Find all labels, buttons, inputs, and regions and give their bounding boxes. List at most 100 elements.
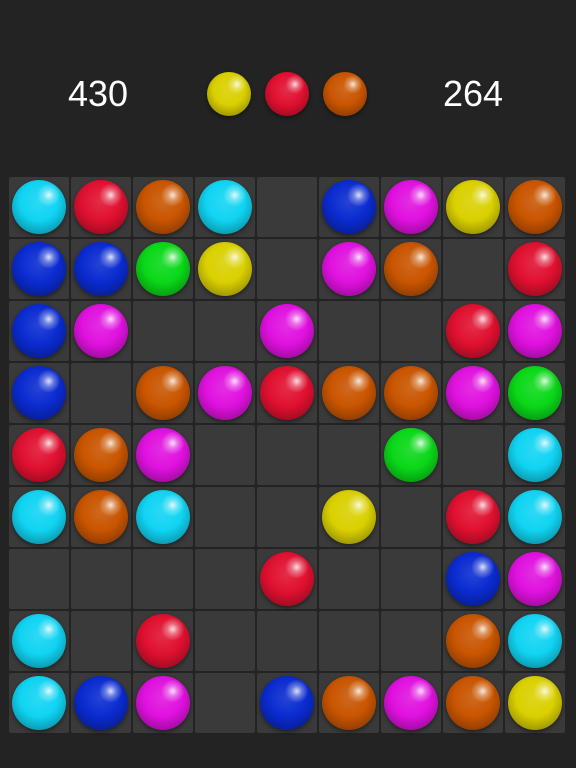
magenta-ball[interactable]: [322, 242, 376, 296]
green-ball[interactable]: [384, 428, 438, 482]
cyan-ball[interactable]: [12, 614, 66, 668]
blue-ball[interactable]: [12, 304, 66, 358]
board-cell-r8-c6[interactable]: [319, 611, 379, 671]
cyan-ball[interactable]: [198, 180, 252, 234]
orange-ball[interactable]: [446, 676, 500, 730]
orange-ball[interactable]: [322, 676, 376, 730]
board-cell-r8-c7[interactable]: [381, 611, 441, 671]
magenta-ball[interactable]: [136, 676, 190, 730]
board-cell-r2-c9[interactable]: [505, 239, 565, 299]
board-cell-r2-c7[interactable]: [381, 239, 441, 299]
board-cell-r9-c5[interactable]: [257, 673, 317, 733]
red-ball[interactable]: [446, 304, 500, 358]
board-cell-r4-c3[interactable]: [133, 363, 193, 423]
board-cell-r2-c2[interactable]: [71, 239, 131, 299]
board-cell-r6-c1[interactable]: [9, 487, 69, 547]
orange-ball[interactable]: [508, 180, 562, 234]
blue-ball[interactable]: [12, 242, 66, 296]
board-cell-r2-c8[interactable]: [443, 239, 503, 299]
board-cell-r2-c5[interactable]: [257, 239, 317, 299]
board-cell-r9-c6[interactable]: [319, 673, 379, 733]
board-cell-r1-c7[interactable]: [381, 177, 441, 237]
board-cell-r8-c2[interactable]: [71, 611, 131, 671]
orange-ball[interactable]: [384, 242, 438, 296]
board-cell-r5-c3[interactable]: [133, 425, 193, 485]
board-cell-r1-c2[interactable]: [71, 177, 131, 237]
magenta-ball[interactable]: [384, 676, 438, 730]
blue-ball[interactable]: [446, 552, 500, 606]
board-cell-r3-c9[interactable]: [505, 301, 565, 361]
board-cell-r2-c1[interactable]: [9, 239, 69, 299]
board-cell-r3-c7[interactable]: [381, 301, 441, 361]
board-cell-r1-c1[interactable]: [9, 177, 69, 237]
board-cell-r7-c9[interactable]: [505, 549, 565, 609]
board-cell-r5-c7[interactable]: [381, 425, 441, 485]
blue-ball[interactable]: [74, 676, 128, 730]
board-cell-r4-c5[interactable]: [257, 363, 317, 423]
magenta-ball[interactable]: [446, 366, 500, 420]
blue-ball[interactable]: [12, 366, 66, 420]
board-cell-r7-c1[interactable]: [9, 549, 69, 609]
orange-ball[interactable]: [446, 614, 500, 668]
orange-ball[interactable]: [74, 428, 128, 482]
magenta-ball[interactable]: [260, 304, 314, 358]
board-cell-r8-c4[interactable]: [195, 611, 255, 671]
board-cell-r6-c9[interactable]: [505, 487, 565, 547]
board-cell-r1-c6[interactable]: [319, 177, 379, 237]
red-ball[interactable]: [136, 614, 190, 668]
yellow-ball[interactable]: [198, 242, 252, 296]
board-cell-r5-c4[interactable]: [195, 425, 255, 485]
orange-ball[interactable]: [136, 366, 190, 420]
board-cell-r9-c1[interactable]: [9, 673, 69, 733]
board-cell-r8-c1[interactable]: [9, 611, 69, 671]
board-cell-r6-c3[interactable]: [133, 487, 193, 547]
board-cell-r1-c4[interactable]: [195, 177, 255, 237]
magenta-ball[interactable]: [508, 552, 562, 606]
board-cell-r3-c3[interactable]: [133, 301, 193, 361]
board-cell-r3-c4[interactable]: [195, 301, 255, 361]
board-cell-r1-c3[interactable]: [133, 177, 193, 237]
cyan-ball[interactable]: [12, 676, 66, 730]
board-cell-r9-c2[interactable]: [71, 673, 131, 733]
cyan-ball[interactable]: [508, 490, 562, 544]
orange-ball[interactable]: [136, 180, 190, 234]
board-cell-r3-c6[interactable]: [319, 301, 379, 361]
board-cell-r7-c6[interactable]: [319, 549, 379, 609]
board-cell-r6-c6[interactable]: [319, 487, 379, 547]
cyan-ball[interactable]: [508, 614, 562, 668]
red-ball[interactable]: [446, 490, 500, 544]
board-cell-r3-c5[interactable]: [257, 301, 317, 361]
cyan-ball[interactable]: [508, 428, 562, 482]
orange-ball[interactable]: [322, 366, 376, 420]
board-cell-r4-c7[interactable]: [381, 363, 441, 423]
board-cell-r9-c7[interactable]: [381, 673, 441, 733]
board-cell-r2-c3[interactable]: [133, 239, 193, 299]
board-cell-r6-c5[interactable]: [257, 487, 317, 547]
board-cell-r7-c7[interactable]: [381, 549, 441, 609]
board-cell-r6-c7[interactable]: [381, 487, 441, 547]
cyan-ball[interactable]: [12, 490, 66, 544]
board-cell-r9-c4[interactable]: [195, 673, 255, 733]
green-ball[interactable]: [508, 366, 562, 420]
blue-ball[interactable]: [74, 242, 128, 296]
red-ball[interactable]: [260, 366, 314, 420]
board-cell-r8-c3[interactable]: [133, 611, 193, 671]
orange-ball[interactable]: [74, 490, 128, 544]
board-cell-r5-c9[interactable]: [505, 425, 565, 485]
red-ball[interactable]: [260, 552, 314, 606]
board-cell-r6-c4[interactable]: [195, 487, 255, 547]
board-cell-r4-c6[interactable]: [319, 363, 379, 423]
board-cell-r7-c4[interactable]: [195, 549, 255, 609]
board-cell-r3-c8[interactable]: [443, 301, 503, 361]
board-cell-r7-c8[interactable]: [443, 549, 503, 609]
board-cell-r9-c9[interactable]: [505, 673, 565, 733]
board-cell-r4-c4[interactable]: [195, 363, 255, 423]
red-ball[interactable]: [12, 428, 66, 482]
board-cell-r3-c1[interactable]: [9, 301, 69, 361]
board-cell-r7-c3[interactable]: [133, 549, 193, 609]
board-cell-r2-c4[interactable]: [195, 239, 255, 299]
board-cell-r1-c9[interactable]: [505, 177, 565, 237]
red-ball[interactable]: [508, 242, 562, 296]
yellow-ball[interactable]: [508, 676, 562, 730]
board-cell-r4-c8[interactable]: [443, 363, 503, 423]
